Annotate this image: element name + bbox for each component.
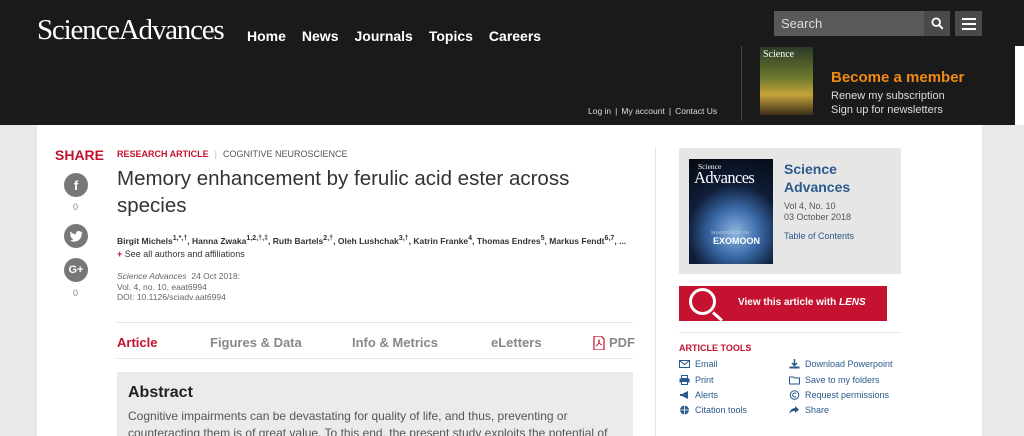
header-cover-title: Science <box>763 49 795 60</box>
tab-pdf[interactable]: PDF <box>593 335 635 350</box>
abstract-section: Abstract Cognitive impairments can be de… <box>117 372 633 436</box>
nav-home[interactable]: Home <box>247 28 286 44</box>
abstract-text: Cognitive impairments can be devastating… <box>128 409 608 436</box>
article-tools-heading: ARTICLE TOOLS <box>679 343 752 353</box>
main-nav: Home News Journals Topics Careers <box>247 28 557 44</box>
nav-journals[interactable]: Journals <box>354 28 412 44</box>
site-logo[interactable]: ScienceAdvances <box>37 14 225 47</box>
tools-divider <box>679 332 901 333</box>
tab-eletters[interactable]: eLetters <box>491 335 542 350</box>
citation-doi[interactable]: DOI: 10.1126/sciadv.aat6994 <box>117 292 226 302</box>
menu-button[interactable] <box>955 11 982 36</box>
tab-info-metrics[interactable]: Info & Metrics <box>352 335 438 350</box>
download-powerpoint-tool[interactable]: Download Powerpoint <box>789 359 893 369</box>
facebook-share-button[interactable]: f <box>64 173 88 197</box>
issue-cover-headline: EXOMOON <box>713 236 761 246</box>
email-tool-label: Email <box>695 359 718 369</box>
globe-icon <box>680 405 689 415</box>
lens-button-label: View this article with LENS <box>738 297 866 308</box>
download-icon <box>789 359 800 369</box>
alerts-tool[interactable]: Alerts <box>679 390 718 400</box>
megaphone-icon <box>680 391 688 399</box>
login-link[interactable]: Log in <box>588 106 611 116</box>
save-to-folders-tool[interactable]: Save to my folders <box>789 375 880 385</box>
search-icon <box>930 17 944 30</box>
citation-journal: Science Advances <box>117 271 187 281</box>
request-permissions-tool[interactable]: Request permissions <box>789 390 889 400</box>
facebook-share-count: 0 <box>73 202 79 212</box>
issue-cover-image[interactable]: Science Advances SHADOWS OF AN EXOMOON <box>689 159 773 264</box>
twitter-share-button[interactable] <box>64 224 88 248</box>
citation-date: 24 Oct 2018: <box>191 271 241 281</box>
become-member-link[interactable]: Become a member <box>831 69 964 86</box>
article-type: RESEARCH ARTICLE <box>117 149 209 159</box>
author-list[interactable]: Birgit Michels1,*,†, Hanna Zwaka1,2,†,‡,… <box>117 234 626 246</box>
request-permissions-label: Request permissions <box>805 390 890 400</box>
tabs-bottom-divider <box>117 358 633 359</box>
header-cover-image[interactable]: Science <box>760 47 813 115</box>
tabs-top-divider <box>117 322 633 323</box>
plus-icon: + <box>117 249 123 259</box>
printer-icon <box>679 375 690 385</box>
email-tool[interactable]: Email <box>679 359 718 369</box>
print-tool-label: Print <box>695 375 714 385</box>
magnifier-icon <box>689 288 716 315</box>
issue-cover-title: Advances <box>694 168 755 187</box>
scrollbar[interactable] <box>1015 46 1024 125</box>
share-tool[interactable]: Share <box>789 405 829 415</box>
citation-block: Science Advances 24 Oct 2018: Vol. 4, no… <box>117 271 240 303</box>
nav-topics[interactable]: Topics <box>429 28 473 44</box>
tab-figures-data[interactable]: Figures & Data <box>210 335 302 350</box>
tab-article[interactable]: Article <box>117 335 157 350</box>
sidebar-divider <box>655 147 656 436</box>
table-of-contents-link[interactable]: Table of Contents <box>784 231 854 241</box>
newsletter-signup-link[interactable]: Sign up for newsletters <box>831 104 943 116</box>
site-header: ScienceAdvances Home News Journals Topic… <box>0 0 1024 125</box>
print-tool[interactable]: Print <box>679 375 714 385</box>
utility-links: Log in | My account | Contact Us <box>588 106 718 116</box>
folder-icon <box>789 376 800 385</box>
issue-cover-tagline: SHADOWS OF AN <box>711 230 750 235</box>
googleplus-icon: G+ <box>68 264 84 276</box>
issue-date: 03 October 2018 <box>784 212 852 222</box>
journal-name-link[interactable]: Science Advances <box>784 160 874 196</box>
my-account-link[interactable]: My account <box>621 106 664 116</box>
abstract-heading: Abstract <box>128 384 193 401</box>
view-with-lens-button[interactable]: View this article with LENS <box>679 286 887 322</box>
search-button[interactable] <box>924 11 950 36</box>
alerts-tool-label: Alerts <box>695 390 719 400</box>
contact-us-link[interactable]: Contact Us <box>675 106 717 116</box>
facebook-icon: f <box>73 177 79 193</box>
issue-volume: Vol 4, No. 10 <box>784 201 836 211</box>
save-to-folders-label: Save to my folders <box>805 375 880 385</box>
article-title: Memory enhancement by ferulic acid ester… <box>117 167 570 217</box>
share-tool-label: Share <box>805 405 830 415</box>
citation-tools[interactable]: Citation tools <box>679 405 747 415</box>
download-powerpoint-label: Download Powerpoint <box>805 359 893 369</box>
envelope-icon <box>679 360 690 368</box>
article-subject[interactable]: COGNITIVE NEUROSCIENCE <box>223 149 348 159</box>
see-all-authors-link[interactable]: + See all authors and affiliations <box>117 249 245 259</box>
citation-tools-label: Citation tools <box>695 405 748 415</box>
nav-news[interactable]: News <box>302 28 339 44</box>
issue-info: Vol 4, No. 10 03 October 2018 <box>784 201 851 223</box>
search-input[interactable]: Search <box>774 11 924 36</box>
citation-volume: Vol. 4, no. 10, eaat6994 <box>117 281 207 292</box>
renew-subscription-link[interactable]: Renew my subscription <box>831 90 945 102</box>
tab-pdf-label: PDF <box>609 335 635 350</box>
twitter-icon <box>69 230 82 242</box>
googleplus-share-count: 0 <box>73 288 79 298</box>
see-all-authors-label: See all authors and affiliations <box>124 249 245 259</box>
copyright-icon <box>789 390 800 400</box>
googleplus-share-button[interactable]: G+ <box>64 258 88 282</box>
pdf-icon <box>593 335 605 350</box>
share-icon <box>789 406 799 414</box>
share-heading: SHARE <box>55 147 105 163</box>
article-breadcrumb: RESEARCH ARTICLE | COGNITIVE NEUROSCIENCE <box>117 149 348 159</box>
menu-icon <box>961 17 976 20</box>
header-divider <box>741 46 742 121</box>
nav-careers[interactable]: Careers <box>489 28 541 44</box>
